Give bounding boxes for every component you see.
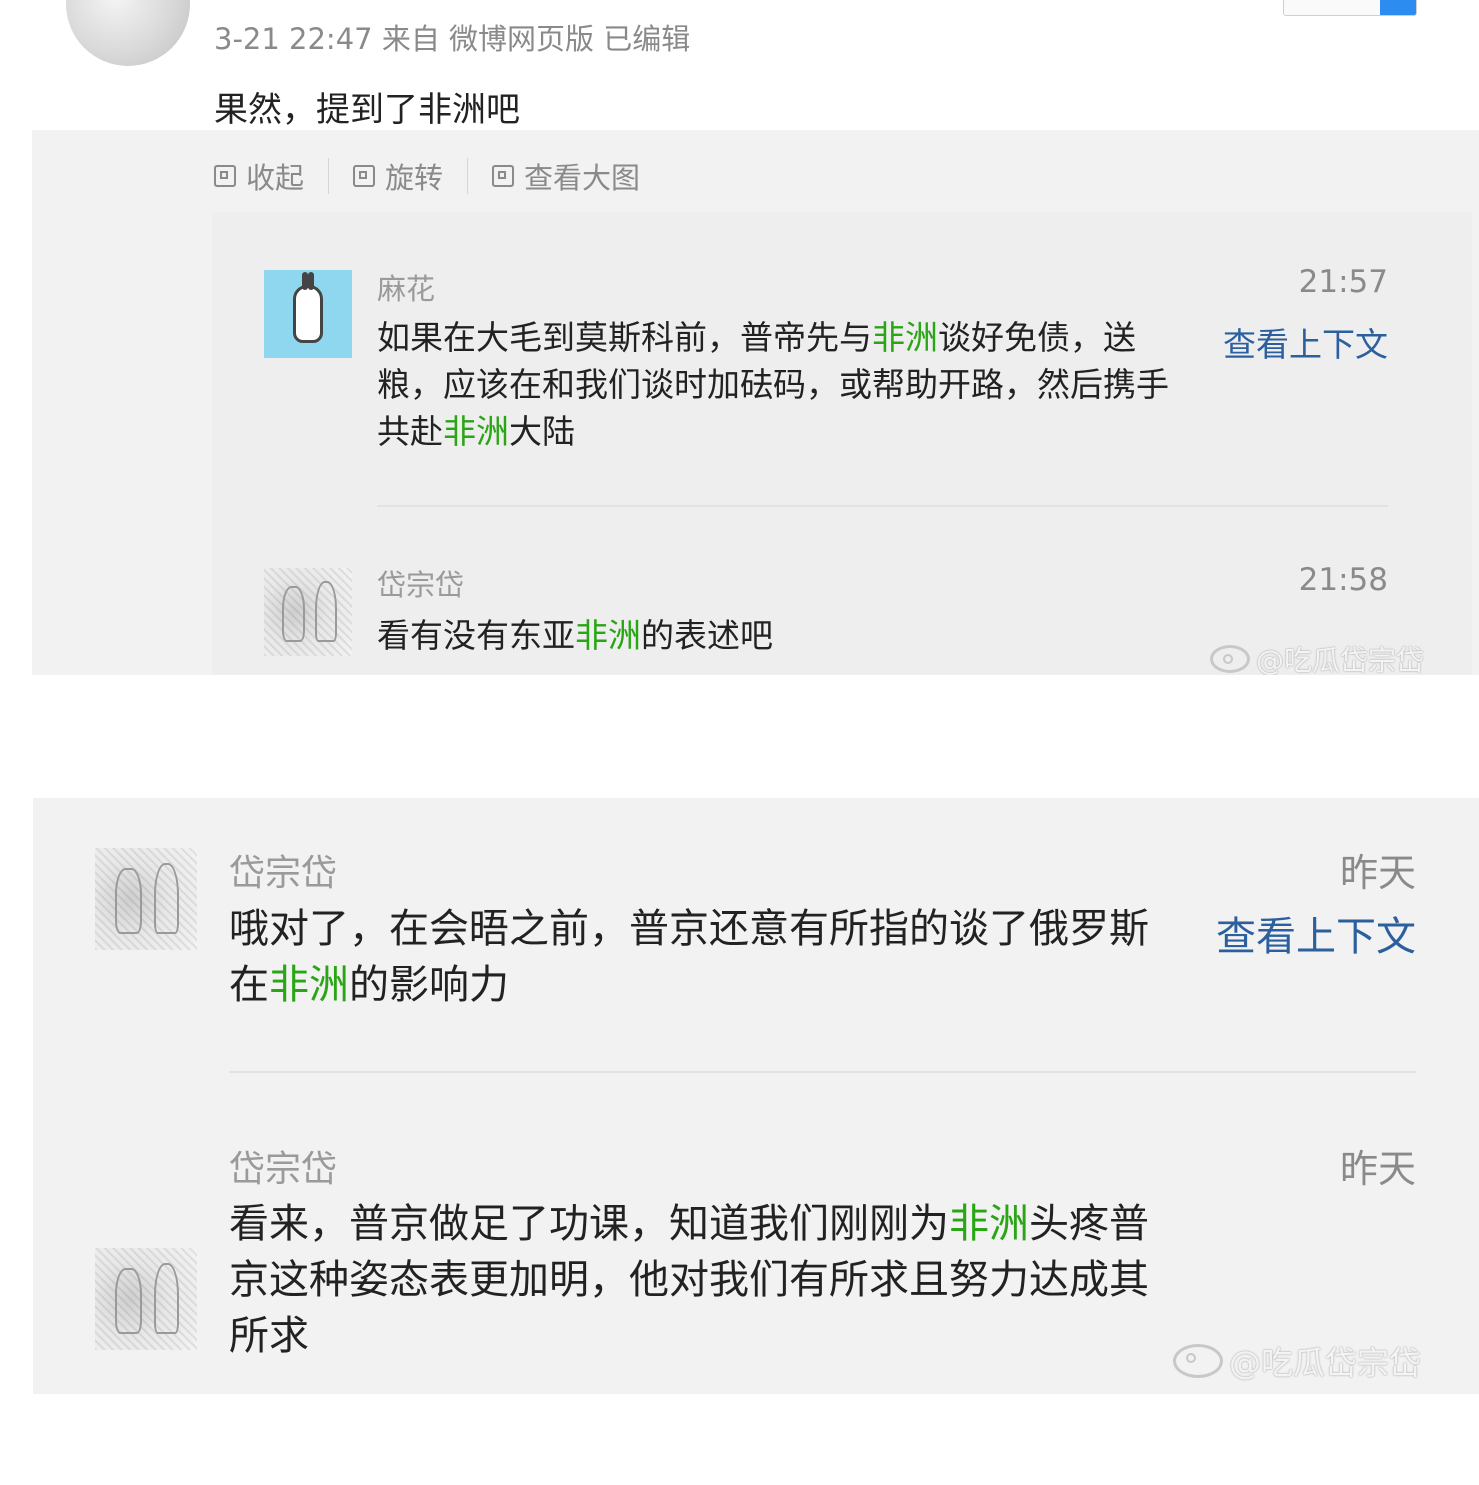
- comment-time: 昨天: [1339, 1147, 1416, 1191]
- image-toolbar: 收起 旋转 查看大图: [214, 156, 640, 196]
- toolbar-divider: [467, 158, 469, 194]
- comment-text: 如果在大毛到莫斯科前，普帝先与非洲谈好免债，送粮，应该在和我们谈时加砝码，或帮助…: [377, 318, 1169, 451]
- rotate-icon: [353, 165, 376, 187]
- weibo-logo-icon: [1210, 644, 1250, 673]
- comment-text: 看有没有东亚非洲的表述吧: [377, 616, 773, 655]
- toolbar-divider: [328, 158, 330, 194]
- commenter-avatar[interactable]: [264, 568, 352, 656]
- collapse-button[interactable]: 收起: [214, 155, 304, 197]
- watermark: @吃瓜岱宗岱: [1210, 642, 1424, 675]
- watermark: @吃瓜岱宗岱: [1173, 1338, 1421, 1384]
- rotate-label: 旋转: [385, 161, 444, 195]
- view-large-label: 查看大图: [524, 161, 641, 195]
- comment-time: 昨天: [1339, 851, 1416, 895]
- collapse-icon: [214, 165, 236, 187]
- commenter-avatar[interactable]: [264, 270, 352, 358]
- view-large-icon: [492, 165, 515, 187]
- keyword-highlight: 非洲: [443, 412, 509, 451]
- commenter-name[interactable]: 麻花: [377, 266, 435, 308]
- follow-button[interactable]: [1283, 0, 1417, 16]
- comment-divider: [377, 505, 1388, 507]
- view-context-link[interactable]: 查看上下文: [1193, 904, 1416, 962]
- screenshot-panel-1: 3-21 22:47 来自 微博网页版 已编辑 果然，提到了非洲吧 收起 旋转 …: [0, 0, 1479, 675]
- commenter-name[interactable]: 岱宗岱: [229, 1140, 337, 1192]
- comment-time: 21:58: [1298, 562, 1388, 598]
- comment-time: 21:57: [1298, 264, 1388, 300]
- keyword-highlight: 非洲: [949, 1201, 1029, 1247]
- keyword-highlight: 非洲: [872, 318, 938, 357]
- comment-text: 看来，普京做足了功课，知道我们刚刚为非洲头疼普京这种姿态表更加明，他对我们有所求…: [229, 1201, 1149, 1359]
- view-context-link[interactable]: 查看上下文: [1200, 318, 1388, 366]
- commenter-avatar[interactable]: [95, 1248, 197, 1350]
- commenter-name[interactable]: 岱宗岱: [377, 562, 464, 604]
- comment-divider: [229, 1071, 1416, 1073]
- collapse-label: 收起: [246, 161, 305, 195]
- post-meta: 3-21 22:47 来自 微博网页版 已编辑: [214, 22, 691, 56]
- comment-text: 哦对了，在会晤之前，普京还意有所指的谈了俄罗斯在非洲的影响力: [229, 906, 1149, 1008]
- post-text: 果然，提到了非洲吧: [214, 90, 520, 130]
- commenter-avatar[interactable]: [95, 848, 197, 950]
- view-large-button[interactable]: 查看大图: [492, 155, 640, 197]
- keyword-highlight: 非洲: [269, 962, 349, 1008]
- keyword-highlight: 非洲: [575, 616, 641, 655]
- weibo-logo-icon: [1173, 1344, 1223, 1378]
- commenter-name[interactable]: 岱宗岱: [229, 844, 337, 896]
- screenshot-panel-2: 岱宗岱 昨天 哦对了，在会晤之前，普京还意有所指的谈了俄罗斯在非洲的影响力 查看…: [33, 798, 1479, 1394]
- rotate-button[interactable]: 旋转: [353, 155, 443, 197]
